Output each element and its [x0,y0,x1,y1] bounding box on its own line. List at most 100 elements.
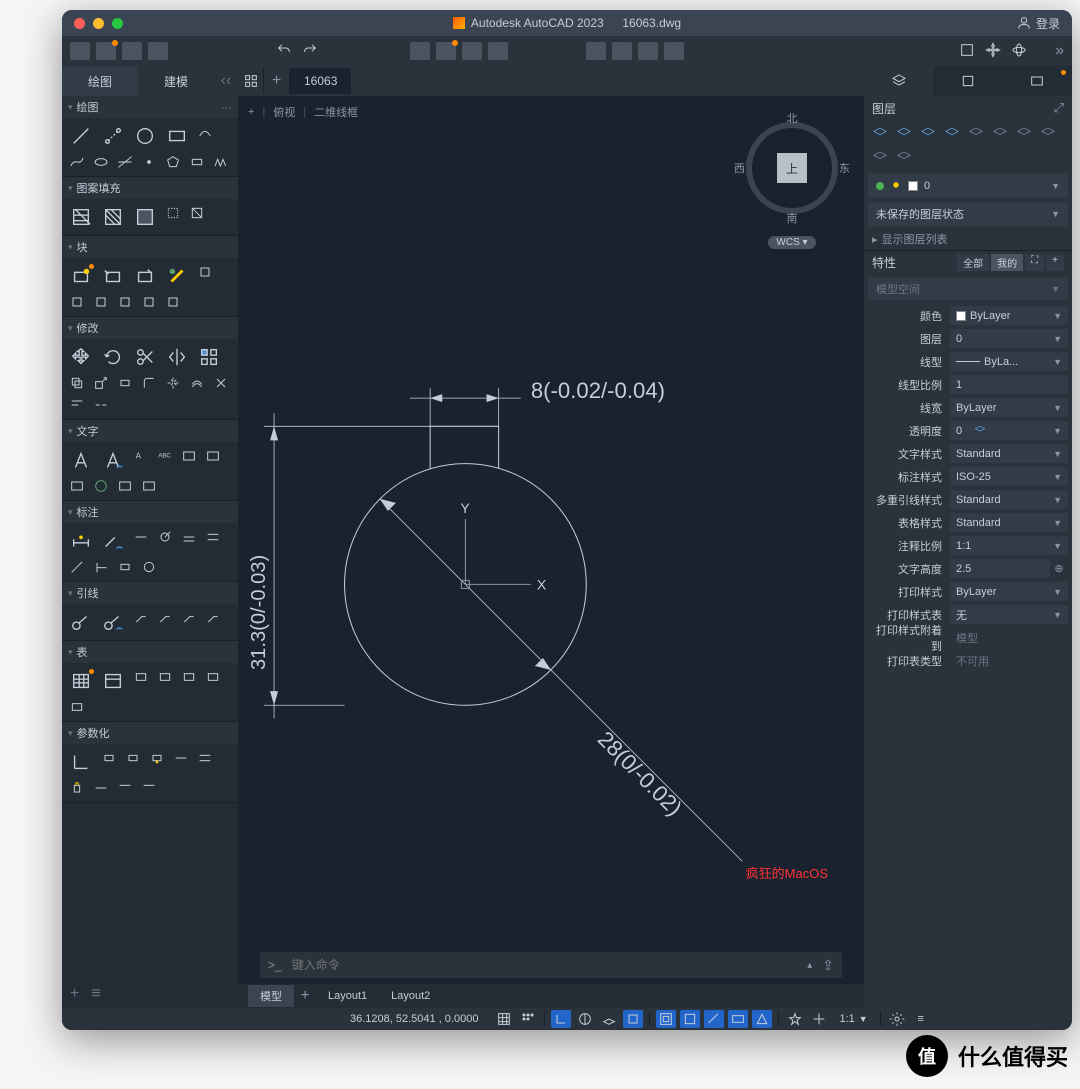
prop-mleader-dropdown[interactable]: Standard▼ [950,490,1068,509]
viewcube-south[interactable]: 南 [787,210,798,226]
toolbar-overflow-button[interactable]: » [1055,42,1064,60]
page-setup-button[interactable] [462,42,482,60]
tab-collapse-button[interactable]: ‹‹ [214,66,238,96]
prop-annoscale-dropdown[interactable]: 1:1▼ [950,536,1068,555]
move-tool[interactable] [66,343,96,371]
section-text-header[interactable]: 文字 [62,420,238,442]
file-tab[interactable]: 16063 [290,68,352,94]
layout-add-button[interactable]: + [294,987,316,1005]
block-tool-1[interactable] [194,262,216,282]
text-tool-6[interactable] [90,476,112,496]
layer-freeze-button[interactable] [920,126,936,142]
sb-osnap-button[interactable] [623,1010,643,1028]
create-block-tool[interactable] [98,262,128,290]
section-block-header[interactable]: 块 [62,236,238,258]
table-tool-4[interactable] [202,667,224,687]
gradient-tool[interactable] [98,203,128,231]
layer-state-dropdown[interactable]: 未保存的图层状态▼ [868,202,1068,226]
textheight-pick-button[interactable]: ⊕ [1050,562,1068,575]
layout-tab-model[interactable]: 模型 [248,985,294,1007]
leader-tool-1[interactable] [130,608,152,628]
dim-tool-8[interactable] [138,557,160,577]
boundary-tool[interactable] [130,203,160,231]
table-tool-3[interactable] [178,667,200,687]
layer-off-button[interactable] [896,126,912,142]
prop-textstyle-dropdown[interactable]: Standard▼ [950,444,1068,463]
dim-tool-2[interactable] [154,527,176,547]
props-filter-my[interactable]: 我的 [991,254,1023,271]
tab-model[interactable]: 建模 [138,66,214,96]
sb-anno-button[interactable] [785,1010,805,1028]
prop-textheight-input[interactable]: 2.5 [950,559,1050,578]
layer-merge-button[interactable] [872,150,888,166]
section-modify-header[interactable]: 修改 [62,317,238,339]
edit-block-tool[interactable] [130,262,160,290]
prop-transparency-input[interactable]: 0 ▼ [950,421,1068,440]
mirror-tool[interactable] [162,343,192,371]
viewcube-north[interactable]: 北 [787,110,798,126]
sb-dyn-button[interactable] [704,1010,724,1028]
section-hatch-header[interactable]: 图案填充 [62,177,238,199]
table-tool[interactable] [66,667,96,695]
stretch-tool[interactable] [114,373,136,393]
explode-tool[interactable] [162,373,184,393]
zigzag-tool[interactable] [210,152,232,172]
save-button[interactable] [122,42,142,60]
table-tool-2[interactable] [154,667,176,687]
coordinates-display[interactable]: 36.1208, 52.5041 , 0.0000 [350,1013,478,1025]
block-tool-4[interactable] [114,292,136,312]
viewcube[interactable]: 上 北 南 东 西 WCS ▾ [738,122,846,250]
sb-otrack-button[interactable] [656,1010,676,1028]
donut-tool[interactable] [186,152,208,172]
publish-button[interactable] [488,42,508,60]
dim-tool-4[interactable] [202,527,224,547]
text-tool-4[interactable] [202,446,224,466]
command-input[interactable] [292,958,808,972]
region-tool[interactable] [162,203,184,223]
point-tool[interactable] [138,152,160,172]
xline-tool[interactable] [114,152,136,172]
tab-draw[interactable]: 绘图 [62,66,138,96]
redo-button[interactable] [302,42,322,60]
viewcube-west[interactable]: 西 [734,160,745,176]
selection-dropdown[interactable]: 模型空间▼ [868,278,1068,300]
command-share-button[interactable]: ⇪ [822,957,834,974]
param-tool-1[interactable] [98,748,120,768]
leader-style-tool[interactable] [98,608,128,636]
leader-tool-4[interactable] [202,608,224,628]
section-dim-header[interactable]: 标注 [62,501,238,523]
sb-isoplane-button[interactable] [599,1010,619,1028]
cut-button[interactable] [638,42,658,60]
sb-grid-button[interactable] [494,1010,514,1028]
plot-button[interactable] [436,42,456,60]
section-param-header[interactable]: 参数化 [62,722,238,744]
prop-plottable-dropdown[interactable]: 无▼ [950,605,1068,624]
sb-anno2-button[interactable] [809,1010,829,1028]
sb-gear-button[interactable] [887,1010,907,1028]
sb-menu-button[interactable]: ≡ [911,1010,931,1028]
layer-new-button[interactable] [872,126,888,142]
viewcube-face[interactable]: 上 [777,153,807,183]
panel-tab-blocks[interactable] [933,66,1002,96]
palette-menu-button[interactable]: ≡ [91,985,100,1003]
break-tool[interactable] [90,395,112,415]
login-button[interactable]: 登录 [1016,15,1060,32]
text-tool-5[interactable] [66,476,88,496]
panel-tab-refs[interactable] [1003,66,1072,96]
trim-tool[interactable] [130,343,160,371]
select-button[interactable] [959,42,979,60]
offset-tool[interactable] [186,373,208,393]
rotate-tool[interactable] [98,343,128,371]
polygon-tool[interactable] [162,152,184,172]
layer-uniso-button[interactable] [992,126,1008,142]
prop-color-dropdown[interactable]: ByLayer▼ [950,306,1068,325]
prop-plotstyle-dropdown[interactable]: ByLayer▼ [950,582,1068,601]
text-style-tool[interactable] [98,446,128,474]
dim-tool-3[interactable] [178,527,200,547]
dim-style-tool[interactable] [98,527,128,555]
attribute-tool[interactable] [162,262,192,290]
dim-tool-5[interactable] [66,557,88,577]
palette-add-button[interactable]: + [70,985,79,1003]
props-pick-button[interactable]: ⛶ [1025,254,1044,271]
array-tool[interactable] [194,343,224,371]
